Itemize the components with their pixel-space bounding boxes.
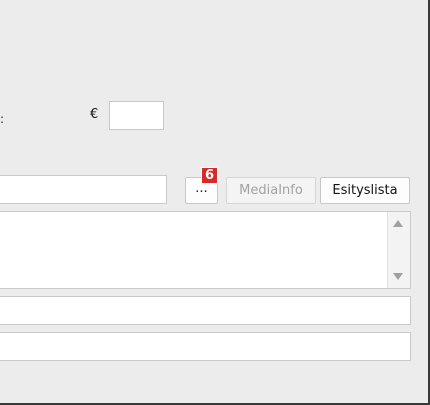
text-field-2[interactable] [0,332,411,361]
vertical-scrollbar[interactable] [387,212,410,288]
field-label-partial: : [0,112,5,126]
annotation-badge: 6 [201,167,218,184]
price-input[interactable] [109,101,164,130]
mediainfo-button[interactable]: MediaInfo [226,177,316,204]
scroll-up-arrow-icon[interactable] [393,220,403,227]
currency-label: € [90,107,99,122]
dialog-panel: : € ... 6 MediaInfo Esityslista [0,0,430,405]
scroll-down-arrow-icon[interactable] [393,273,403,280]
text-field-1[interactable] [0,296,411,325]
playlist-button[interactable]: Esityslista [320,177,410,204]
description-textarea[interactable] [0,211,411,289]
file-path-input[interactable] [0,175,167,204]
